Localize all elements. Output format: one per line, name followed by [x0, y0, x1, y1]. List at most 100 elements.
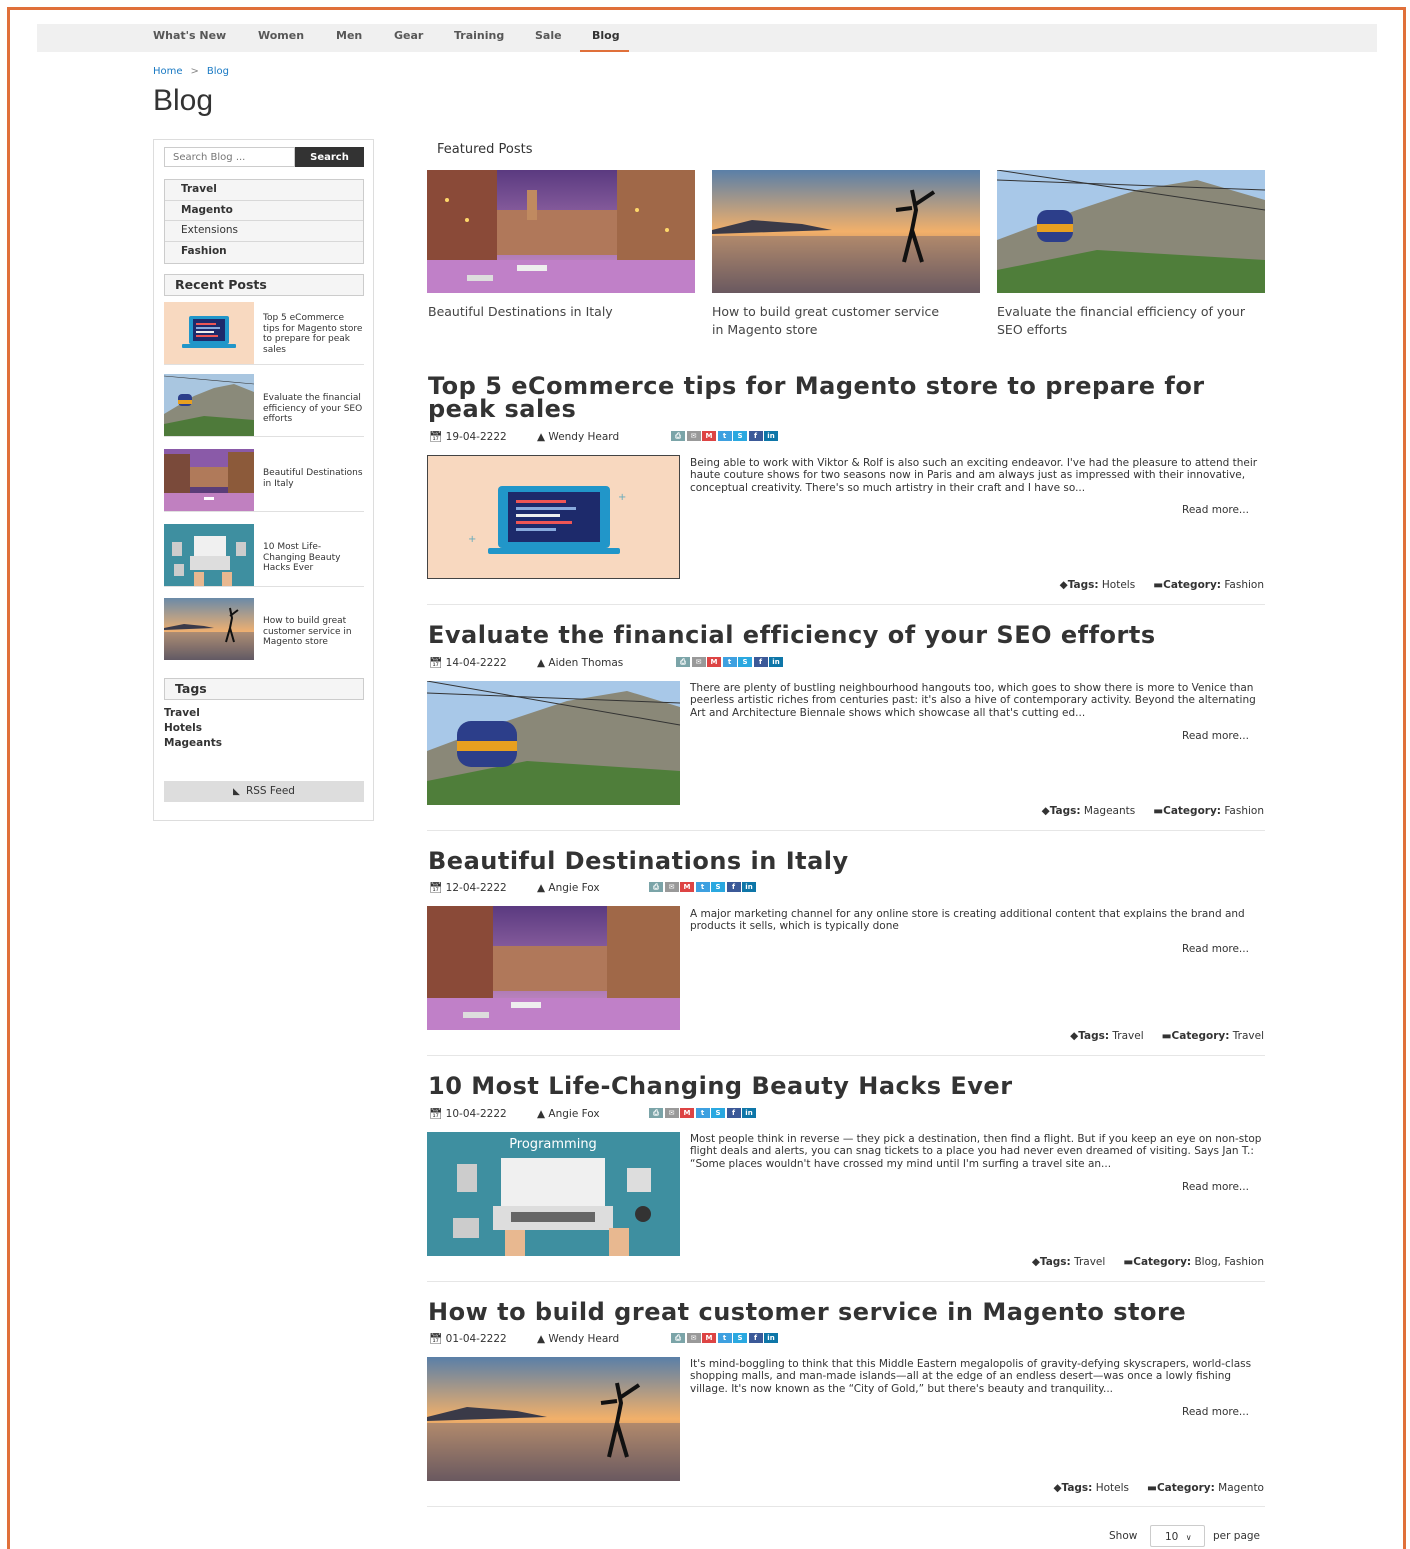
share-twitter-icon[interactable]: t — [717, 431, 732, 441]
share-email-icon[interactable]: ✉ — [664, 1108, 679, 1118]
share-twitter-icon[interactable]: t — [695, 882, 710, 892]
share-facebook-icon[interactable]: f — [726, 1108, 741, 1118]
recent-post-item[interactable]: Top 5 eCommerce tips for Magento store t… — [164, 302, 364, 365]
share-gmail-icon[interactable]: M — [707, 657, 721, 667]
share-skype-icon[interactable]: S — [733, 1333, 747, 1343]
share-twitter-icon[interactable]: t — [722, 657, 737, 667]
post-category-link[interactable]: Fashion — [1224, 805, 1264, 817]
share-facebook-icon[interactable]: f — [753, 657, 768, 667]
recent-post-title[interactable]: 10 Most Life-Changing Beauty Hacks Ever — [263, 542, 363, 574]
share-twitter-icon[interactable]: t — [717, 1333, 732, 1343]
recent-post-thumbnail — [164, 374, 254, 436]
share-email-icon[interactable]: ✉ — [691, 657, 706, 667]
nav-item-blog[interactable]: Blog — [580, 24, 629, 52]
recent-post-item[interactable]: Evaluate the financial efficiency of you… — [164, 374, 364, 437]
featured-image-seo[interactable] — [997, 170, 1265, 293]
recent-post-title[interactable]: How to build great customer service in M… — [263, 616, 363, 648]
share-print-icon[interactable]: ⎙ — [649, 882, 663, 892]
share-icons: ⎙ ✉ Mt Sf in — [671, 431, 780, 441]
read-more-link[interactable]: Read more... — [1182, 1406, 1249, 1418]
share-facebook-icon[interactable]: f — [748, 431, 763, 441]
post-image[interactable] — [427, 681, 680, 805]
share-skype-icon[interactable]: S — [711, 1108, 725, 1118]
featured-title-seo[interactable]: Evaluate the financial efficiency of you… — [997, 303, 1265, 339]
tag-icon: ◆ — [1031, 1256, 1040, 1268]
recent-post-item[interactable]: Beautiful Destinations in Italy — [164, 449, 364, 512]
share-skype-icon[interactable]: S — [733, 431, 747, 441]
featured-image-italy[interactable] — [427, 170, 695, 293]
post-title[interactable]: Top 5 eCommerce tips for Magento store t… — [428, 374, 1268, 421]
recent-post-title[interactable]: Top 5 eCommerce tips for Magento store t… — [263, 313, 363, 355]
nav-item-gear[interactable]: Gear — [394, 24, 423, 52]
post-tag-link[interactable]: Hotels — [1102, 579, 1135, 591]
rss-feed-button[interactable]: ◣ RSS Feed — [164, 781, 364, 802]
post-image[interactable] — [427, 1357, 680, 1481]
recent-post-title[interactable]: Evaluate the financial efficiency of you… — [263, 393, 363, 425]
read-more-link[interactable]: Read more... — [1182, 1181, 1249, 1193]
share-email-icon[interactable]: ✉ — [686, 1333, 701, 1343]
tag-link-mageants[interactable]: Mageants — [164, 737, 222, 749]
share-print-icon[interactable]: ⎙ — [676, 657, 690, 667]
nav-item-women[interactable]: Women — [258, 24, 304, 52]
blog-search-button[interactable]: Search — [295, 147, 364, 167]
recent-post-title[interactable]: Beautiful Destinations in Italy — [263, 468, 363, 489]
read-more-link[interactable]: Read more... — [1182, 504, 1249, 516]
nav-item-whats-new[interactable]: What's New — [153, 24, 226, 52]
post-category-link[interactable]: Travel — [1233, 1030, 1264, 1042]
share-linkedin-icon[interactable]: in — [742, 882, 756, 892]
post-image[interactable]: + + — [427, 455, 680, 579]
share-gmail-icon[interactable]: M — [680, 882, 694, 892]
per-page-select[interactable]: 10 ∨ — [1150, 1525, 1205, 1547]
nav-item-sale[interactable]: Sale — [535, 24, 562, 52]
category-travel[interactable]: Travel — [165, 180, 363, 201]
breadcrumb-current[interactable]: Blog — [207, 66, 229, 77]
read-more-link[interactable]: Read more... — [1182, 943, 1249, 955]
post-title[interactable]: Beautiful Destinations in Italy — [428, 849, 1268, 873]
post-category-link[interactable]: Fashion — [1224, 579, 1264, 591]
share-print-icon[interactable]: ⎙ — [671, 1333, 685, 1343]
read-more-link[interactable]: Read more... — [1182, 730, 1249, 742]
post-image[interactable] — [427, 906, 680, 1030]
tag-link-hotels[interactable]: Hotels — [164, 722, 202, 734]
post-tag-link[interactable]: Mageants — [1084, 805, 1135, 817]
share-gmail-icon[interactable]: M — [702, 1333, 716, 1343]
featured-title-italy[interactable]: Beautiful Destinations in Italy — [428, 303, 696, 321]
share-twitter-icon[interactable]: t — [695, 1108, 710, 1118]
featured-image-customer-service[interactable] — [712, 170, 980, 293]
share-linkedin-icon[interactable]: in — [769, 657, 783, 667]
share-skype-icon[interactable]: S — [711, 882, 725, 892]
share-linkedin-icon[interactable]: in — [764, 1333, 778, 1343]
share-linkedin-icon[interactable]: in — [742, 1108, 756, 1118]
post-image[interactable]: Programming — [427, 1132, 680, 1256]
recent-post-item[interactable]: How to build great customer service in M… — [164, 598, 364, 661]
share-gmail-icon[interactable]: M — [702, 431, 716, 441]
post-tag-link[interactable]: Hotels — [1096, 1482, 1129, 1494]
post-category-link[interactable]: Blog, Fashion — [1194, 1256, 1264, 1268]
featured-title-customer-service[interactable]: How to build great customer service in M… — [712, 303, 942, 339]
share-linkedin-icon[interactable]: in — [764, 431, 778, 441]
category-magento[interactable]: Magento — [165, 201, 363, 222]
share-facebook-icon[interactable]: f — [726, 882, 741, 892]
share-print-icon[interactable]: ⎙ — [649, 1108, 663, 1118]
post-tag-link[interactable]: Travel — [1074, 1256, 1105, 1268]
post-title[interactable]: How to build great customer service in M… — [428, 1300, 1268, 1324]
share-gmail-icon[interactable]: M — [680, 1108, 694, 1118]
category-extensions[interactable]: Extensions — [165, 221, 363, 243]
breadcrumb-home[interactable]: Home — [153, 66, 183, 77]
post-author: Angie Fox — [548, 1108, 600, 1120]
nav-item-training[interactable]: Training — [454, 24, 504, 52]
category-fashion[interactable]: Fashion — [165, 242, 363, 263]
share-facebook-icon[interactable]: f — [748, 1333, 763, 1343]
post-title[interactable]: Evaluate the financial efficiency of you… — [428, 623, 1268, 647]
recent-post-item[interactable]: 10 Most Life-Changing Beauty Hacks Ever — [164, 524, 364, 587]
share-email-icon[interactable]: ✉ — [664, 882, 679, 892]
share-email-icon[interactable]: ✉ — [686, 431, 701, 441]
post-tag-link[interactable]: Travel — [1112, 1030, 1143, 1042]
post-category-link[interactable]: Magento — [1218, 1482, 1264, 1494]
blog-search-input[interactable] — [164, 147, 295, 167]
share-print-icon[interactable]: ⎙ — [671, 431, 685, 441]
share-skype-icon[interactable]: S — [738, 657, 752, 667]
tag-link-travel[interactable]: Travel — [164, 707, 200, 719]
nav-item-men[interactable]: Men — [336, 24, 362, 52]
post-title[interactable]: 10 Most Life-Changing Beauty Hacks Ever — [428, 1074, 1268, 1098]
